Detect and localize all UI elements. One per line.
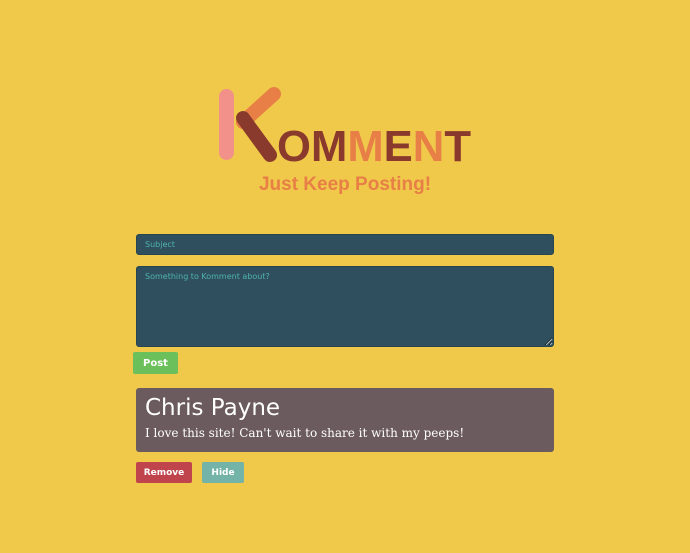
subject-input[interactable] xyxy=(136,234,554,255)
comment-body: I love this site! Can't wait to share it… xyxy=(145,426,465,440)
svg-text:OMMENT: OMMENT xyxy=(277,122,471,171)
comment-card: Chris Payne I love this site! Can't wait… xyxy=(136,388,554,452)
komment-logo: OMMENT Just Keep Posting! xyxy=(219,87,471,195)
remove-button[interactable]: Remove xyxy=(136,462,192,483)
tagline: Just Keep Posting! xyxy=(259,174,431,195)
comment-textarea[interactable] xyxy=(136,266,554,347)
comment-author: Chris Payne xyxy=(145,395,281,421)
hide-button[interactable]: Hide xyxy=(202,462,244,483)
post-button[interactable]: Post xyxy=(133,352,178,374)
